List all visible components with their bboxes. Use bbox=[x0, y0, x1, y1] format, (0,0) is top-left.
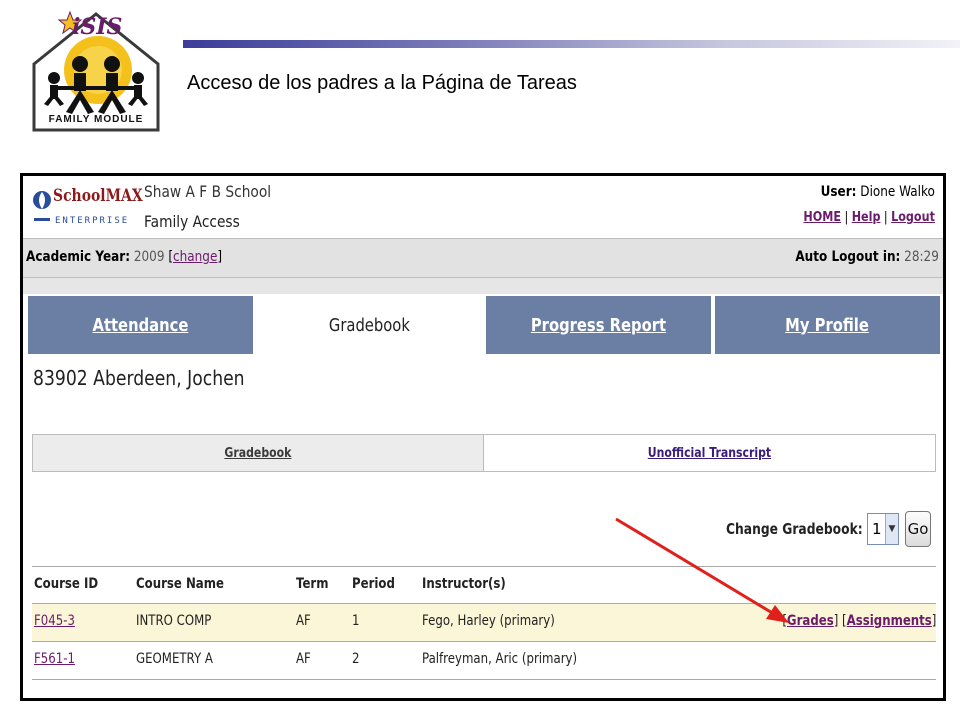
tab-progress-report-label: Progress Report bbox=[530, 314, 667, 336]
academic-year: Academic Year: 2009 [change] bbox=[26, 249, 223, 265]
table-row: F045-3 INTRO COMP AF 1 Fego, Harley (pri… bbox=[32, 604, 936, 642]
tab-attendance-label: Attendance bbox=[92, 314, 189, 336]
course-name: INTRO COMP bbox=[136, 613, 212, 629]
subtab-unofficial-transcript[interactable]: Unofficial Transcript bbox=[484, 435, 935, 471]
course-table: Course ID Course Name Term Period Instru… bbox=[32, 566, 936, 680]
brand-sub: ENTERPRISE bbox=[55, 216, 130, 226]
academic-year-bar: Academic Year: 2009 [change] Auto Logout… bbox=[23, 238, 943, 278]
brand-name: SchoolMAX bbox=[53, 186, 143, 206]
help-link[interactable]: Help bbox=[852, 210, 881, 225]
assignments-link[interactable]: Assignments bbox=[846, 613, 931, 629]
gradebook-select[interactable]: 1 ▼ bbox=[867, 513, 899, 545]
tab-attendance[interactable]: Attendance bbox=[28, 296, 253, 354]
user-info: User: Dione Walko bbox=[821, 184, 935, 200]
slide-title: Acceso de los padres a la Página de Tare… bbox=[187, 72, 577, 94]
logout-link[interactable]: Logout bbox=[891, 210, 935, 225]
tab-gradebook[interactable]: Gradebook bbox=[257, 294, 482, 356]
header-gradient-bar bbox=[183, 40, 960, 48]
gradebook-subtabs: Gradebook Unofficial Transcript bbox=[32, 434, 936, 472]
course-id-link[interactable]: F045-3 bbox=[34, 613, 75, 629]
auto-logout-timer: 28:29 bbox=[904, 249, 939, 265]
header-period: Period bbox=[352, 576, 395, 592]
course-instructor: Fego, Harley (primary) bbox=[422, 613, 555, 629]
subtab-gradebook[interactable]: Gradebook bbox=[33, 435, 484, 471]
gradebook-select-value: 1 bbox=[872, 520, 882, 538]
subtab-gradebook-label: Gradebook bbox=[224, 445, 292, 461]
course-actions: [Grades] [Assignments] bbox=[781, 613, 936, 629]
course-id-link[interactable]: F561-1 bbox=[34, 651, 75, 667]
course-name: GEOMETRY A bbox=[136, 651, 213, 667]
course-period: 1 bbox=[352, 613, 360, 629]
auto-logout: Auto Logout in: 28:29 bbox=[795, 249, 939, 265]
top-nav: HOME | Help | Logout bbox=[803, 210, 935, 225]
header-term: Term bbox=[296, 576, 329, 592]
spacer-strip bbox=[23, 278, 943, 294]
home-link[interactable]: HOME bbox=[803, 210, 841, 225]
grades-link[interactable]: Grades bbox=[787, 613, 834, 629]
table-header: Course ID Course Name Term Period Instru… bbox=[32, 566, 936, 604]
schoolmax-logo: SchoolMAX ENTERPRISE bbox=[31, 182, 143, 234]
logo-brand-text: iSIS bbox=[72, 14, 123, 40]
tab-gradebook-label: Gradebook bbox=[328, 314, 410, 336]
student-name: 83902 Aberdeen, Jochen bbox=[33, 366, 245, 390]
header-course-name: Course Name bbox=[136, 576, 224, 592]
header-instructor: Instructor(s) bbox=[422, 576, 506, 592]
app-name: Family Access bbox=[144, 212, 240, 231]
schoolmax-screenshot: SchoolMAX ENTERPRISE Shaw A F B School F… bbox=[20, 173, 946, 701]
tab-my-profile[interactable]: My Profile bbox=[715, 296, 940, 354]
change-year-link[interactable]: change bbox=[173, 249, 217, 265]
isis-family-module-logo: iSIS FAMILY MODULE bbox=[30, 8, 162, 132]
user-name: Dione Walko bbox=[860, 184, 935, 200]
course-instructor: Palfreyman, Aric (primary) bbox=[422, 651, 578, 667]
academic-year-value: 2009 bbox=[133, 249, 165, 265]
academic-year-label: Academic Year: bbox=[26, 249, 131, 265]
subtab-transcript-label: Unofficial Transcript bbox=[647, 445, 772, 461]
go-button[interactable]: Go bbox=[905, 511, 931, 547]
course-term: AF bbox=[296, 613, 311, 629]
table-row: F561-1 GEOMETRY A AF 2 Palfreyman, Aric … bbox=[32, 642, 936, 680]
school-name: Shaw A F B School bbox=[144, 182, 272, 201]
tab-progress-report[interactable]: Progress Report bbox=[486, 296, 711, 354]
logo-caption: FAMILY MODULE bbox=[48, 114, 144, 125]
change-gradebook-control: Change Gradebook: 1 ▼ Go bbox=[696, 509, 931, 549]
user-label: User: bbox=[820, 184, 857, 200]
tab-my-profile-label: My Profile bbox=[785, 314, 870, 336]
change-gradebook-label: Change Gradebook: bbox=[726, 520, 863, 538]
course-term: AF bbox=[296, 651, 311, 667]
auto-logout-label: Auto Logout in: bbox=[795, 249, 901, 265]
app-header: SchoolMAX ENTERPRISE Shaw A F B School F… bbox=[23, 176, 943, 238]
main-tabs: Attendance Gradebook Progress Report My … bbox=[23, 294, 943, 356]
chevron-down-icon: ▼ bbox=[885, 514, 898, 544]
course-period: 2 bbox=[352, 651, 360, 667]
header-course-id: Course ID bbox=[34, 576, 99, 592]
